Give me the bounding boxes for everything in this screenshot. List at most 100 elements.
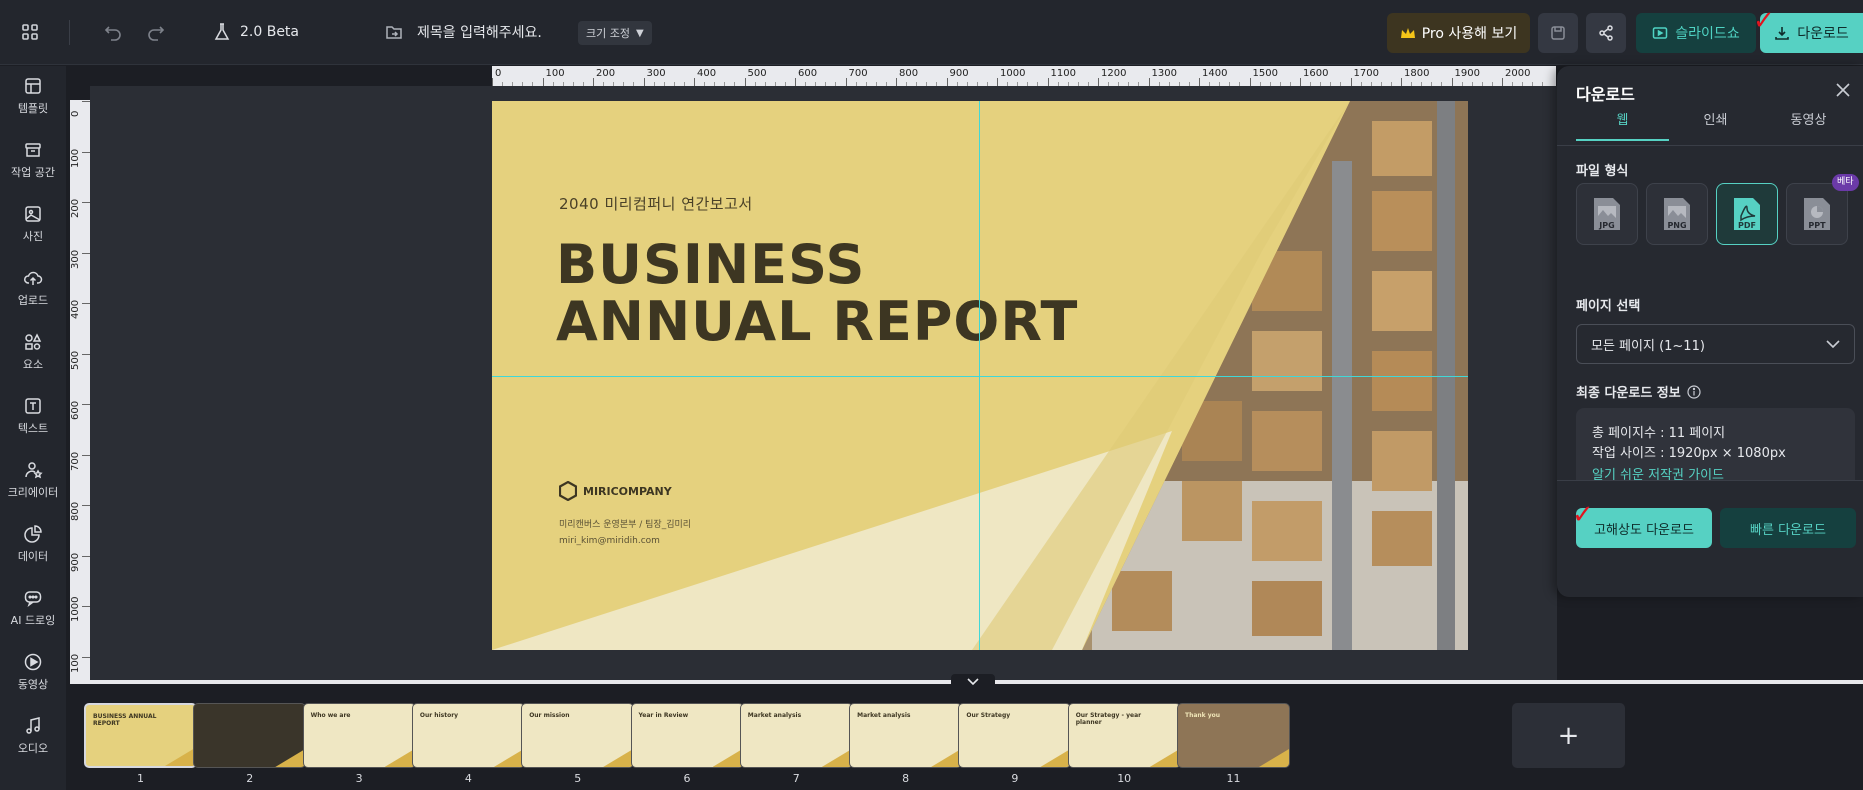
photo-icon — [25, 206, 41, 222]
ruler-minor-tick — [613, 82, 615, 86]
tab-video[interactable]: 동영상 — [1762, 109, 1855, 141]
ruler-tick — [82, 555, 90, 557]
format-jpg[interactable]: JPG — [1576, 183, 1638, 245]
save-button[interactable] — [1538, 13, 1578, 53]
ruler-minor-tick — [1138, 82, 1140, 86]
page-thumbnail[interactable]: Our mission — [521, 703, 635, 768]
slide-contact[interactable]: 미리캔버스 운영본부 / 팀장_김미리 miri_kim@miridih.com — [559, 517, 691, 549]
ruler-tick — [1047, 78, 1049, 86]
page-thumbnail[interactable]: Year in Review — [630, 703, 744, 768]
ruler-minor-tick — [532, 82, 534, 86]
redo-icon[interactable] — [146, 22, 166, 42]
ruler-minor-tick — [1077, 82, 1079, 86]
ruler-minor-tick — [825, 82, 827, 86]
download-button[interactable]: 다운로드 — [1760, 13, 1863, 53]
ruler-label: 300 — [70, 249, 81, 269]
ruler-tick — [1098, 78, 1099, 86]
thumbnail-title: Year in Review — [638, 712, 689, 719]
ruler-tick — [896, 78, 897, 86]
ruler-label: 300 — [646, 68, 666, 79]
ruler-minor-tick — [1360, 82, 1362, 86]
sidebar-item-text[interactable]: 텍스트 — [0, 390, 66, 442]
ruler-tick — [82, 101, 90, 102]
undo-icon[interactable] — [103, 22, 123, 42]
ruler-tick — [82, 151, 90, 153]
thumbnail-decoration — [1259, 749, 1289, 767]
beta-version[interactable]: 2.0 Beta — [212, 22, 299, 42]
sidebar-item-creator[interactable]: 크리에이터 — [0, 454, 66, 506]
company-logo[interactable]: MIRICOMPANY — [559, 481, 672, 501]
ruler-label: 800 — [899, 68, 919, 79]
page-thumbnail[interactable]: Our Strategy - year planner — [1067, 703, 1181, 768]
fast-download-button[interactable]: 빠른 다운로드 — [1720, 508, 1856, 548]
page-number: 10 — [1117, 772, 1132, 785]
guide-line-horizontal[interactable] — [492, 376, 1468, 377]
format-ppt[interactable]: PPT — [1786, 183, 1848, 245]
ruler-tick — [694, 78, 695, 86]
ruler-tick — [997, 78, 998, 86]
tab-web[interactable]: 웹 — [1576, 109, 1669, 141]
page-thumbnail[interactable]: BUSINESS ANNUAL REPORT — [84, 703, 197, 768]
hd-download-button[interactable]: 고해상도 다운로드 — [1576, 508, 1712, 548]
top-bar: 2.0 Beta 제목을 입력해주세요. 크기 조정 ▼ Pro 사용해 보기 … — [0, 0, 1863, 65]
page-thumbnail[interactable]: Market analysis — [849, 703, 963, 768]
ruler-minor-tick — [926, 82, 928, 86]
sidebar-item-video[interactable]: 동영상 — [0, 646, 66, 698]
ruler-minor-tick — [1067, 82, 1069, 86]
thumbnail-title: Our Strategy — [966, 712, 1011, 719]
sidebar-item-ai-drawing[interactable]: AI 드로잉 — [0, 582, 66, 634]
sidebar-item-data[interactable]: 데이터 — [0, 518, 66, 570]
collapse-toggle[interactable] — [951, 674, 995, 690]
chevron-down-icon — [967, 678, 979, 686]
page-thumbnail-bar: + BUSINESS ANNUAL REPORT 1 2 Who we are 3 Our… — [70, 674, 1863, 790]
title-input[interactable]: 제목을 입력해주세요. — [417, 22, 542, 42]
page-thumbnail[interactable]: Who we are — [302, 703, 416, 768]
version-label: 2.0 Beta — [240, 24, 300, 40]
sidebar-item-template[interactable]: 템플릿 — [0, 70, 66, 122]
thumbnail-title: Market analysis — [747, 712, 802, 719]
copyright-guide-link[interactable]: 알기 쉬운 저작권 가이드 — [1592, 464, 1724, 480]
resize-button[interactable]: 크기 조정 ▼ — [578, 21, 652, 45]
apps-grid-icon[interactable] — [20, 22, 40, 42]
page-thumbnail[interactable]: Our Strategy — [958, 703, 1072, 768]
sidebar-item-workspace[interactable]: 작업 공간 — [0, 134, 66, 186]
ruler-minor-tick — [653, 82, 655, 86]
slideshow-button[interactable]: 슬라이드쇼 — [1636, 13, 1756, 53]
ruler-label: 900 — [949, 68, 969, 79]
pdf-file-icon: PDF — [1734, 198, 1760, 230]
ruler-minor-tick — [734, 82, 736, 86]
format-pdf[interactable]: PDF — [1716, 183, 1778, 245]
ruler-label: 1000 — [70, 596, 81, 622]
tab-print[interactable]: 인쇄 — [1669, 109, 1762, 141]
ruler-label: 900 — [70, 552, 81, 572]
thumbnail-title: Our mission — [529, 712, 570, 719]
file-format-label: 파일 형식 — [1576, 164, 1629, 179]
sidebar-item-upload[interactable]: 업로드 — [0, 262, 66, 314]
page-thumbnail[interactable]: Thank you — [1177, 703, 1290, 768]
play-icon — [24, 653, 42, 671]
page-thumbnail[interactable]: Our history — [411, 703, 525, 768]
sidebar-item-audio[interactable]: 오디오 — [0, 710, 66, 762]
page-number: 2 — [246, 772, 254, 785]
format-png[interactable]: PNG — [1646, 183, 1708, 245]
share-button[interactable] — [1586, 13, 1626, 53]
ruler-label: 400 — [697, 68, 717, 79]
slide-subtitle[interactable]: 2040 미리컴퍼니 연간보고서 — [559, 193, 753, 214]
ruler-minor-tick — [815, 82, 817, 86]
crown-icon — [1400, 28, 1415, 38]
ruler-label: 1000 — [1000, 68, 1026, 79]
add-page-button[interactable]: + — [1512, 703, 1625, 768]
pro-trial-button[interactable]: Pro 사용해 보기 — [1387, 13, 1530, 53]
page-select-dropdown[interactable]: 모든 페이지 (1~11) — [1576, 324, 1855, 364]
sidebar-item-elements[interactable]: 요소 — [0, 326, 66, 378]
page-thumbnail[interactable]: Market analysis — [739, 703, 853, 768]
close-icon[interactable] — [1835, 82, 1851, 102]
page-thumbnail[interactable] — [193, 703, 307, 768]
ruler-minor-tick — [1128, 82, 1130, 86]
ruler-tick — [1401, 78, 1402, 86]
slide-title[interactable]: BUSINESS ANNUAL REPORT — [556, 236, 1078, 350]
folder-move-icon[interactable] — [384, 22, 404, 42]
info-icon[interactable] — [1687, 384, 1701, 399]
sidebar-item-photo[interactable]: 사진 — [0, 198, 66, 250]
page-number: 11 — [1226, 772, 1241, 785]
